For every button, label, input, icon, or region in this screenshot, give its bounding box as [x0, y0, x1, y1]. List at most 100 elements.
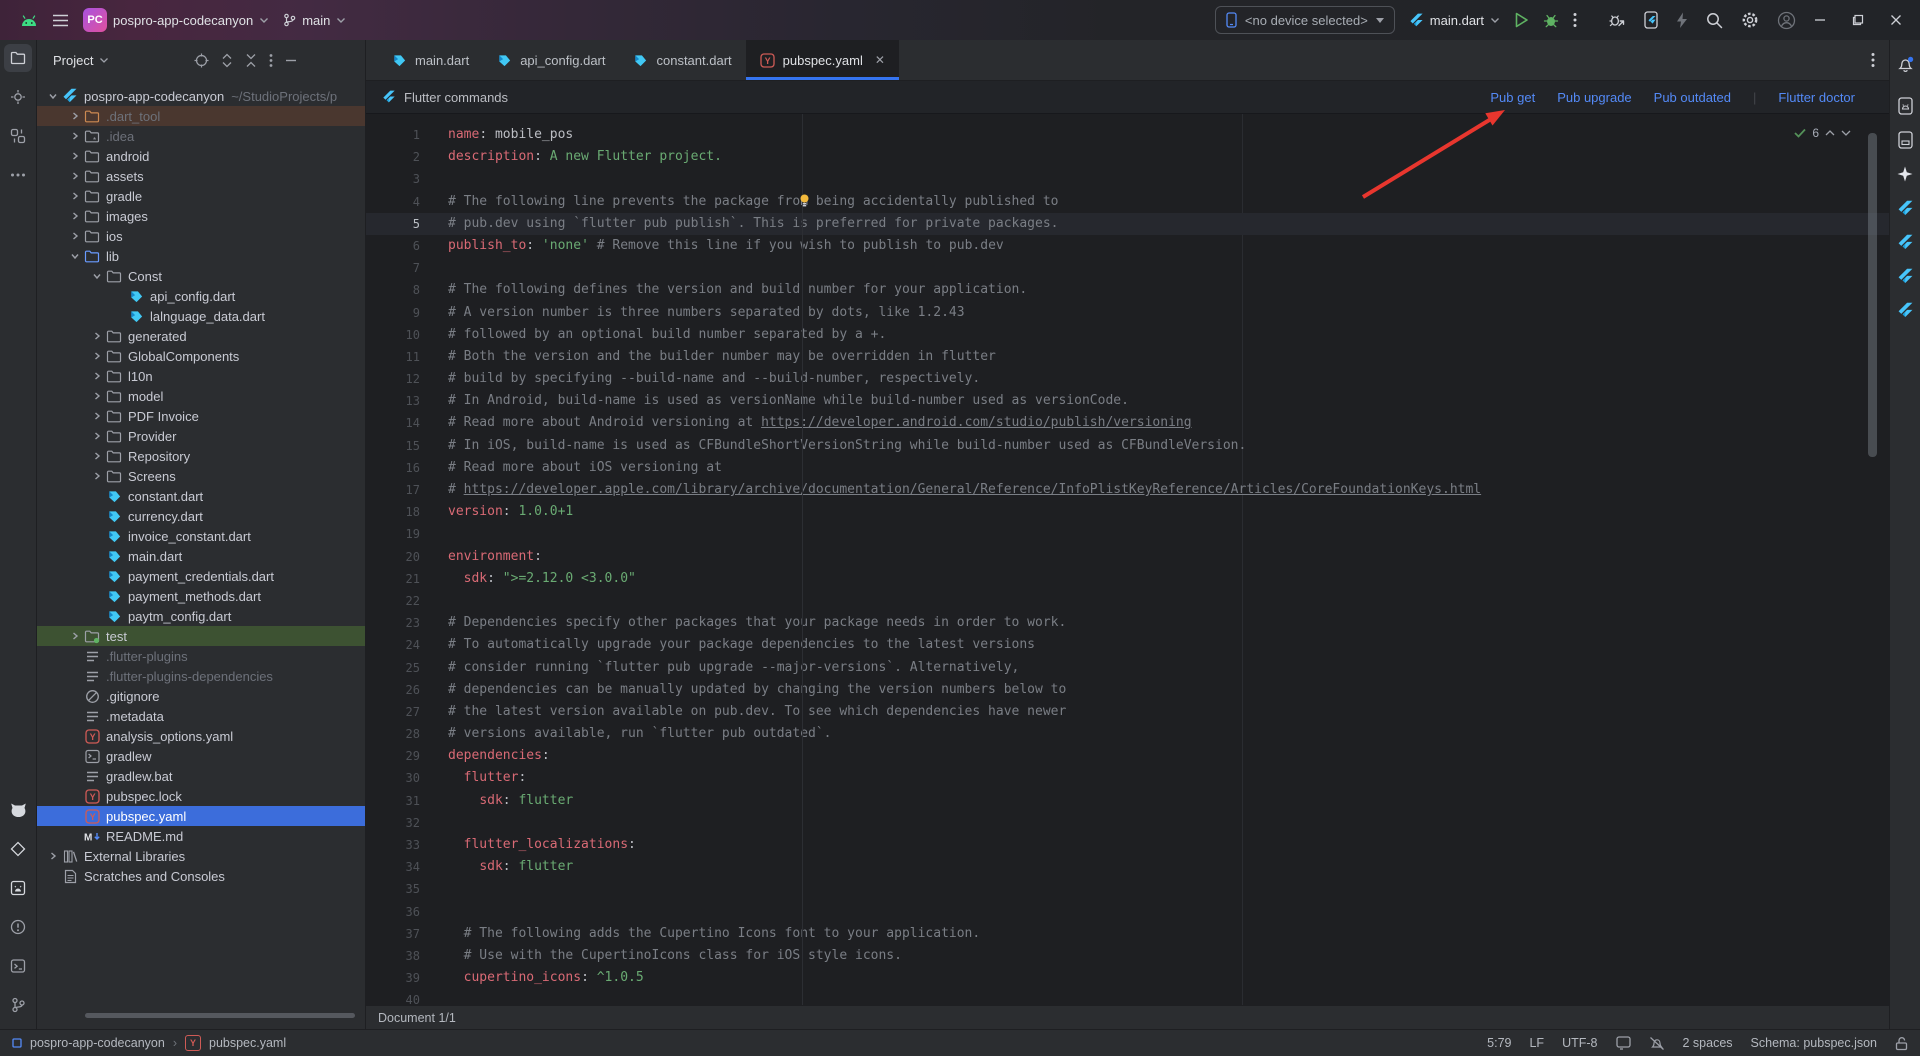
tree-item-constant-dart[interactable]: constant.dart	[37, 486, 365, 506]
project-selector[interactable]: PC pospro-app-codecanyon	[83, 8, 269, 32]
tree-item-payment-credentials-dart[interactable]: payment_credentials.dart	[37, 566, 365, 586]
schema-widget[interactable]: Schema: pubspec.json	[1751, 1036, 1877, 1050]
tree-item-external-libraries[interactable]: External Libraries	[37, 846, 365, 866]
flutter-action-pub-outdated[interactable]: Pub outdated	[1654, 90, 1731, 105]
tree-item-scratches-and-consoles[interactable]: Scratches and Consoles	[37, 866, 365, 886]
code-line-16[interactable]: 16# Read more about iOS versioning at	[366, 457, 1889, 479]
collapse-all-icon[interactable]	[245, 53, 257, 68]
settings-gear-icon[interactable]	[1741, 11, 1759, 29]
window-close-button[interactable]	[1890, 14, 1902, 26]
tree-item-readme-md[interactable]: MREADME.md	[37, 826, 365, 846]
code-line-32[interactable]: 32	[366, 812, 1889, 834]
tree-chevron-icon[interactable]	[67, 191, 83, 201]
commit-tool-icon[interactable]	[4, 83, 32, 111]
code-line-30[interactable]: 30 flutter:	[366, 767, 1889, 789]
editor-tab-api-config-dart[interactable]: api_config.dart	[483, 40, 619, 80]
code-line-12[interactable]: 12# build by specifying --build-name and…	[366, 368, 1889, 390]
code-line-28[interactable]: 28# versions available, run `flutter pub…	[366, 723, 1889, 745]
breadcrumb-file[interactable]: pubspec.yaml	[209, 1036, 286, 1050]
code-line-24[interactable]: 24# To automatically upgrade your packag…	[366, 634, 1889, 656]
code-line-17[interactable]: 17# https://developer.apple.com/library/…	[366, 479, 1889, 501]
tree-item-const[interactable]: Const	[37, 266, 365, 286]
code-line-22[interactable]: 22	[366, 590, 1889, 612]
flutter-action-pub-get[interactable]: Pub get	[1490, 90, 1535, 105]
editor-tab-main-dart[interactable]: main.dart	[378, 40, 483, 80]
tree-chevron-icon[interactable]	[67, 151, 83, 161]
tree-item-gitignore[interactable]: .gitignore	[37, 686, 365, 706]
chevron-down-icon[interactable]	[99, 57, 109, 64]
tree-chevron-icon[interactable]	[67, 171, 83, 181]
tree-item-pdf-invoice[interactable]: PDF Invoice	[37, 406, 365, 426]
tree-chevron-icon[interactable]	[89, 331, 105, 341]
tree-item-android[interactable]: android	[37, 146, 365, 166]
code-line-14[interactable]: 14# Read more about Android versioning a…	[366, 412, 1889, 434]
code-line-31[interactable]: 31 sdk: flutter	[366, 790, 1889, 812]
flutter-action-flutter-doctor[interactable]: Flutter doctor	[1778, 90, 1855, 105]
code-line-26[interactable]: 26# dependencies can be manually updated…	[366, 679, 1889, 701]
editor-tab-constant-dart[interactable]: constant.dart	[619, 40, 745, 80]
tree-item-pubspec-yaml[interactable]: Ypubspec.yaml	[37, 806, 365, 826]
run-button[interactable]	[1514, 12, 1529, 28]
tree-chevron-icon[interactable]	[89, 391, 105, 401]
tree-chevron-icon[interactable]	[67, 251, 83, 261]
project-panel-title[interactable]: Project	[53, 53, 93, 68]
tree-item-images[interactable]: images	[37, 206, 365, 226]
tree-item-gradle[interactable]: gradle	[37, 186, 365, 206]
next-problem-icon[interactable]	[1841, 130, 1851, 136]
vcs-branch-selector[interactable]: main	[283, 13, 346, 28]
logcat-tool-icon[interactable]	[4, 796, 32, 824]
main-menu-icon[interactable]	[52, 14, 69, 27]
code-line-1[interactable]: 1name: mobile_pos	[366, 124, 1889, 146]
tab-close-icon[interactable]: ✕	[875, 53, 885, 67]
window-maximize-button[interactable]	[1852, 14, 1864, 26]
code-line-25[interactable]: 25# consider running `flutter pub upgrad…	[366, 657, 1889, 679]
account-avatar-icon[interactable]	[1777, 11, 1796, 30]
unlocked-icon[interactable]	[1895, 1036, 1908, 1051]
code-line-11[interactable]: 11# Both the version and the builder num…	[366, 346, 1889, 368]
debug-button[interactable]	[1543, 12, 1559, 28]
tree-chevron-icon[interactable]	[89, 431, 105, 441]
code-line-9[interactable]: 9# A version number is three numbers sep…	[366, 302, 1889, 324]
tree-item-provider[interactable]: Provider	[37, 426, 365, 446]
tree-item-pospro-app-codecanyon[interactable]: pospro-app-codecanyon~/StudioProjects/p	[37, 86, 365, 106]
tree-item-l10n[interactable]: l10n	[37, 366, 365, 386]
tree-item-lib[interactable]: lib	[37, 246, 365, 266]
code-line-15[interactable]: 15# In iOS, build-name is used as CFBund…	[366, 435, 1889, 457]
line-ending-widget[interactable]: LF	[1529, 1036, 1544, 1050]
expand-all-icon[interactable]	[221, 53, 233, 68]
code-editor[interactable]: 1name: mobile_pos2description: A new Flu…	[366, 114, 1889, 1005]
prev-problem-icon[interactable]	[1825, 130, 1835, 136]
attach-debugger-icon[interactable]	[1607, 12, 1626, 29]
tree-item-flutter-plugins[interactable]: .flutter-plugins	[37, 646, 365, 666]
tree-chevron-icon[interactable]	[67, 131, 83, 141]
tree-item-gradlew-bat[interactable]: gradlew.bat	[37, 766, 365, 786]
tree-item-model[interactable]: model	[37, 386, 365, 406]
inspections-widget[interactable]: 6	[1794, 126, 1851, 140]
highlighting-level-icon[interactable]	[1616, 1036, 1631, 1050]
tree-item-ios[interactable]: ios	[37, 226, 365, 246]
code-line-40[interactable]: 40	[366, 989, 1889, 1005]
problems-tool-icon[interactable]	[4, 913, 32, 941]
panel-options-icon[interactable]	[269, 53, 273, 68]
run-configuration-selector[interactable]: main.dart	[1409, 13, 1500, 28]
tree-item-pubspec-lock[interactable]: Ypubspec.lock	[37, 786, 365, 806]
flutter-outline-icon[interactable]	[1891, 194, 1919, 222]
tree-chevron-icon[interactable]	[67, 231, 83, 241]
tree-item-metadata[interactable]: .metadata	[37, 706, 365, 726]
code-line-6[interactable]: 6publish_to: 'none' # Remove this line i…	[366, 235, 1889, 257]
tree-item-analysis-options-yaml[interactable]: Yanalysis_options.yaml	[37, 726, 365, 746]
flutter-property-editor-icon[interactable]	[1891, 296, 1919, 324]
app-quality-insights-tool-icon[interactable]	[4, 835, 32, 863]
code-line-27[interactable]: 27# the latest version available on pub.…	[366, 701, 1889, 723]
tree-item-invoice-constant-dart[interactable]: invoice_constant.dart	[37, 526, 365, 546]
code-line-8[interactable]: 8# The following defines the version and…	[366, 279, 1889, 301]
code-line-5[interactable]: 5# pub.dev using `flutter pub publish`. …	[366, 213, 1889, 235]
app-inspection-tool-icon[interactable]	[4, 874, 32, 902]
tree-chevron-icon[interactable]	[45, 851, 61, 861]
tree-chevron-icon[interactable]	[67, 111, 83, 121]
code-line-10[interactable]: 10# followed by an optional build number…	[366, 324, 1889, 346]
tree-chevron-icon[interactable]	[67, 211, 83, 221]
code-line-20[interactable]: 20environment:	[366, 546, 1889, 568]
tree-horizontal-scrollbar[interactable]	[85, 1013, 355, 1018]
terminal-tool-icon[interactable]	[4, 952, 32, 980]
